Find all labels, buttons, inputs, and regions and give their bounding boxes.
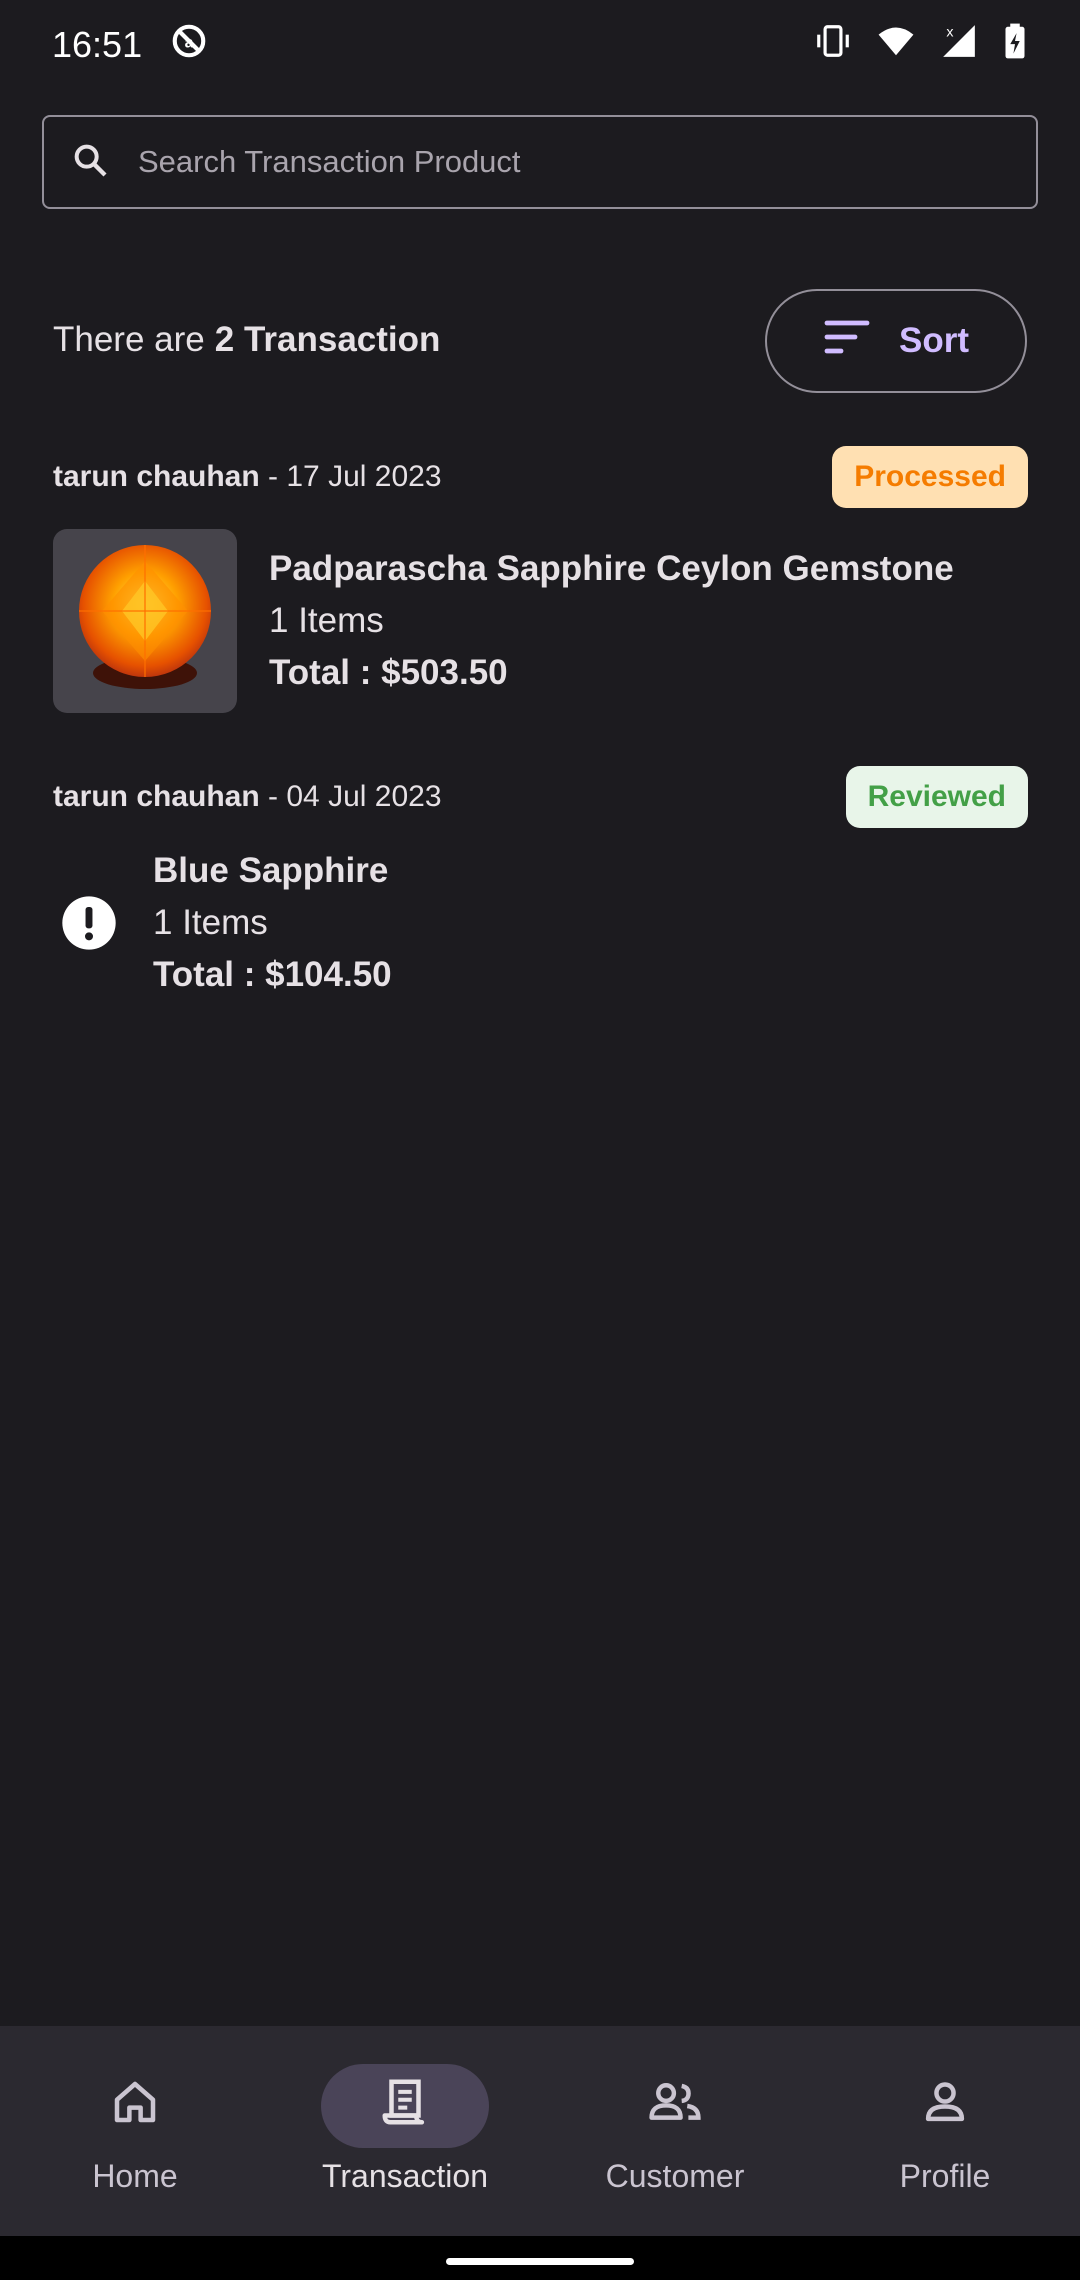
search-icon	[70, 140, 110, 185]
do-not-disturb-icon: a	[170, 22, 208, 69]
item-count: 1 Items	[269, 601, 384, 640]
status-badge: Processed	[832, 446, 1028, 508]
transactions-screen: 16:51 a x There are 2	[0, 0, 1080, 2280]
people-icon	[646, 2075, 704, 2137]
meta-separator: -	[259, 780, 287, 813]
nav-item-home[interactable]: Home	[0, 2026, 270, 2236]
transaction-meta: tarun chauhan - 04 Jul 2023	[53, 780, 442, 814]
sort-button[interactable]: Sort	[765, 289, 1027, 393]
product-name: Blue Sapphire	[153, 851, 389, 890]
product-name: Padparascha Sapphire Ceylon Gemstone	[269, 549, 954, 588]
product-image	[53, 529, 237, 713]
transaction-total: Total : $503.50	[269, 653, 508, 692]
nav-label-customer: Customer	[605, 2158, 745, 2194]
search-input[interactable]	[136, 143, 1000, 181]
nav-item-profile[interactable]: Profile	[810, 2026, 1080, 2236]
transaction-date: 04 Jul 2023	[286, 780, 442, 813]
nav-label-transaction: Transaction	[322, 2158, 488, 2194]
error-icon	[57, 891, 121, 955]
person-icon	[918, 2075, 972, 2137]
vibrate-icon	[814, 22, 852, 69]
nav-item-customer[interactable]: Customer	[540, 2026, 810, 2236]
nav-item-transaction[interactable]: Transaction	[270, 2026, 540, 2236]
customer-name: tarun chauhan	[53, 780, 260, 813]
sort-icon	[823, 317, 871, 366]
transaction-summary: There are 2 Transaction	[53, 290, 440, 390]
home-icon	[108, 2075, 162, 2137]
cell-signal-icon: x	[940, 22, 978, 69]
status-badge: Reviewed	[845, 766, 1028, 828]
meta-separator: -	[259, 460, 287, 493]
svg-text:a: a	[185, 34, 194, 51]
customer-name: tarun chauhan	[53, 460, 260, 493]
status-bar: 16:51 a x	[0, 0, 1080, 90]
nav-label-home: Home	[92, 2158, 178, 2194]
svg-text:x: x	[946, 24, 953, 40]
battery-charging-icon	[1002, 22, 1028, 69]
status-time: 16:51	[52, 24, 143, 65]
item-count: 1 Items	[153, 903, 268, 942]
transaction-total: Total : $104.50	[153, 955, 392, 994]
sort-label: Sort	[899, 321, 969, 360]
transaction-meta: tarun chauhan - 17 Jul 2023	[53, 460, 442, 494]
transaction-card[interactable]: tarun chauhan - 17 Jul 2023 Processed Pa…	[53, 445, 1028, 713]
search-field[interactable]	[42, 115, 1038, 209]
transaction-date: 17 Jul 2023	[286, 460, 442, 493]
summary-prefix: There are	[53, 320, 205, 359]
nav-label-profile: Profile	[899, 2158, 991, 2194]
summary-count: 2 Transaction	[214, 320, 441, 359]
wifi-icon	[876, 22, 916, 69]
receipt-icon	[378, 2075, 432, 2137]
bottom-navigation: Home Transaction Customer Profile	[0, 2026, 1080, 2236]
transaction-card[interactable]: tarun chauhan - 04 Jul 2023 Reviewed Blu…	[53, 765, 1028, 1001]
gesture-handle[interactable]	[446, 2258, 634, 2265]
